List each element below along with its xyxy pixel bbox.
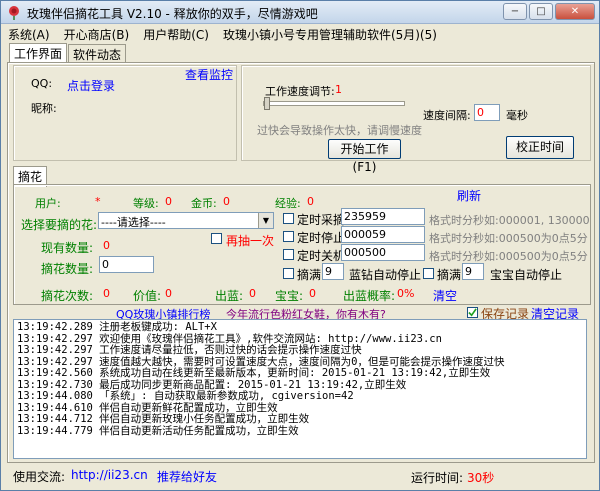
sync-time-button[interactable]: 校正时间 [506, 136, 574, 159]
menu-shop[interactable]: 开心商店(B) [57, 24, 137, 43]
full-treasure-input[interactable]: 9 [462, 263, 484, 280]
timed-stop-input[interactable]: 000059 [341, 226, 425, 243]
nickname-label: 昵称: [31, 102, 57, 115]
speed-slider[interactable] [263, 97, 405, 110]
pick-times-label: 摘花次数: [41, 289, 94, 303]
log-line: 13:19:42.560 系统成功自动在线更新至最新版本，更新时间: 2015-… [17, 367, 491, 379]
full-blue-input[interactable]: 9 [322, 263, 344, 280]
log-textarea[interactable]: 13:19:42.289 注册老板键成功: ALT+X 13:19:42.297… [13, 319, 587, 459]
flower-select[interactable]: ----请选择---- ▼ [98, 212, 274, 229]
log-line: 13:19:44.080 「系统」: 自动获取最新参数成功, cgiversio… [17, 390, 354, 402]
draw-again-checkbox[interactable] [211, 233, 222, 244]
interval-input[interactable]: 0 [474, 104, 500, 121]
clear-counters-link[interactable]: 清空 [433, 287, 457, 304]
timed-shutdown-hint: 格式时分秒如:000500为0点5分 [429, 250, 588, 263]
current-count-label: 现有数量: [41, 241, 94, 255]
maximize-button[interactable]: □ [529, 3, 553, 20]
tab-work[interactable]: 工作界面 [9, 43, 68, 64]
full-treasure-checkbox[interactable] [423, 268, 434, 279]
flower-select-value: ----请选择---- [101, 216, 166, 229]
recommend-link[interactable]: 推荐给好友 [157, 468, 217, 485]
gold-value: 0 [223, 195, 230, 208]
full-blue-label: 摘满 [297, 268, 322, 282]
treasure-count-label: 宝宝: [275, 289, 304, 303]
level-value: 0 [165, 195, 172, 208]
blue-rate-label: 出蓝概率: [343, 289, 396, 303]
timed-stop-hint: 格式时分秒如:000500为0点5分 [429, 232, 588, 245]
log-line: 13:19:42.289 注册老板键成功: ALT+X [17, 321, 217, 333]
refresh-link[interactable]: 刷新 [457, 187, 481, 204]
level-label: 等级: [133, 197, 159, 210]
main-window: 玫瑰伴侣摘花工具 V2.10 - 释放你的双手，尽情游戏吧 − □ ✕ 系统(A… [0, 0, 600, 491]
value-value: 0 [165, 287, 172, 300]
rose-app-icon [9, 6, 19, 20]
close-button[interactable]: ✕ [555, 3, 595, 20]
timed-collect-hint: 格式时分秒如:000001, 130000 [429, 214, 590, 227]
view-monitor-link[interactable]: 查看监控 [185, 66, 233, 83]
menu-rose-town[interactable]: 玫瑰小镇小号专用管理辅助软件(5月)(5) [216, 24, 444, 43]
status-bar: 使用交流: http://ii23.cn 推荐给好友 运行时间: 30秒 [1, 463, 599, 490]
treasure-count-value: 0 [309, 287, 316, 300]
speed-hint: 过快会导致操作太快，请调慢速度 [257, 124, 422, 137]
start-work-button[interactable]: 开始工作(F1) [328, 139, 401, 174]
exp-value: 0 [307, 195, 314, 208]
full-blue-checkbox[interactable] [283, 268, 294, 279]
login-link[interactable]: 点击登录 [67, 77, 115, 94]
save-log-checkbox[interactable] [467, 307, 478, 318]
gold-label: 金币: [191, 197, 217, 210]
runtime-value: 30秒 [467, 471, 495, 485]
blue-rate-value: 0% [397, 287, 415, 300]
timed-shutdown-input[interactable]: 000500 [341, 244, 425, 261]
site-label: 使用交流: [13, 470, 66, 484]
tab-news[interactable]: 软件动态 [68, 44, 127, 63]
blue-count-label: 出蓝: [215, 289, 244, 303]
value-label: 价值: [133, 289, 162, 303]
interval-unit: 毫秒 [506, 109, 528, 122]
timed-stop-label: 定时停止 [297, 231, 346, 245]
pick-count-label: 摘花数量: [41, 262, 94, 276]
qq-label: QQ: [31, 77, 53, 90]
timed-collect-label: 定时采摘 [297, 213, 346, 227]
pick-count-input[interactable]: 0 [99, 256, 154, 273]
user-value: * [95, 195, 101, 208]
timed-shutdown-checkbox[interactable] [283, 249, 294, 260]
pick-times-value: 0 [103, 287, 110, 300]
treasure-auto-stop-label: 宝宝自动停止 [490, 268, 563, 282]
current-count-value: 0 [103, 239, 110, 252]
exp-label: 经验: [275, 197, 301, 210]
blue-count-value: 0 [249, 287, 256, 300]
menu-system[interactable]: 系统(A) [1, 24, 57, 43]
timed-collect-checkbox[interactable] [283, 213, 294, 224]
title-bar[interactable]: 玫瑰伴侣摘花工具 V2.10 - 释放你的双手，尽情游戏吧 − □ ✕ [1, 1, 599, 24]
window-title: 玫瑰伴侣摘花工具 V2.10 - 释放你的双手，尽情游戏吧 [27, 7, 318, 21]
site-link[interactable]: http://ii23.cn [71, 468, 148, 482]
timed-shutdown-label: 定时关机 [297, 249, 346, 263]
timed-collect-input[interactable]: 235959 [341, 208, 425, 225]
slider-track [263, 101, 405, 106]
menu-bar: 系统(A) 开心商店(B) 用户帮助(C) 玫瑰小镇小号专用管理辅助软件(5月)… [1, 24, 599, 43]
log-line: 13:19:42.297 工作速度请尽量拉低，否则过快的话会提示操作速度过快 [17, 344, 362, 356]
speed-value: 1 [335, 83, 342, 96]
timed-stop-checkbox[interactable] [283, 231, 294, 242]
minimize-button[interactable]: − [503, 3, 527, 20]
log-line: 13:19:44.712 伴侣自动更新玫瑰小任务配置成功，立即生效 [17, 413, 310, 425]
blue-auto-stop-label: 蓝钻自动停止 [349, 268, 422, 282]
runtime-label: 运行时间: [411, 471, 464, 485]
select-flower-label: 选择要摘的花: [21, 218, 98, 232]
user-label: 用户: [35, 197, 61, 210]
checkmark-icon [468, 308, 477, 317]
slider-thumb[interactable] [264, 97, 270, 110]
menu-help[interactable]: 用户帮助(C) [136, 24, 216, 43]
draw-again-label: 再抽一次 [226, 234, 275, 248]
dropdown-arrow-icon[interactable]: ▼ [258, 213, 273, 228]
interval-label: 速度间隔: [423, 109, 471, 122]
full-treasure-label: 摘满 [437, 268, 462, 282]
log-line: 13:19:44.779 伴侣自动更新活动任务配置成功，立即生效 [17, 424, 299, 437]
